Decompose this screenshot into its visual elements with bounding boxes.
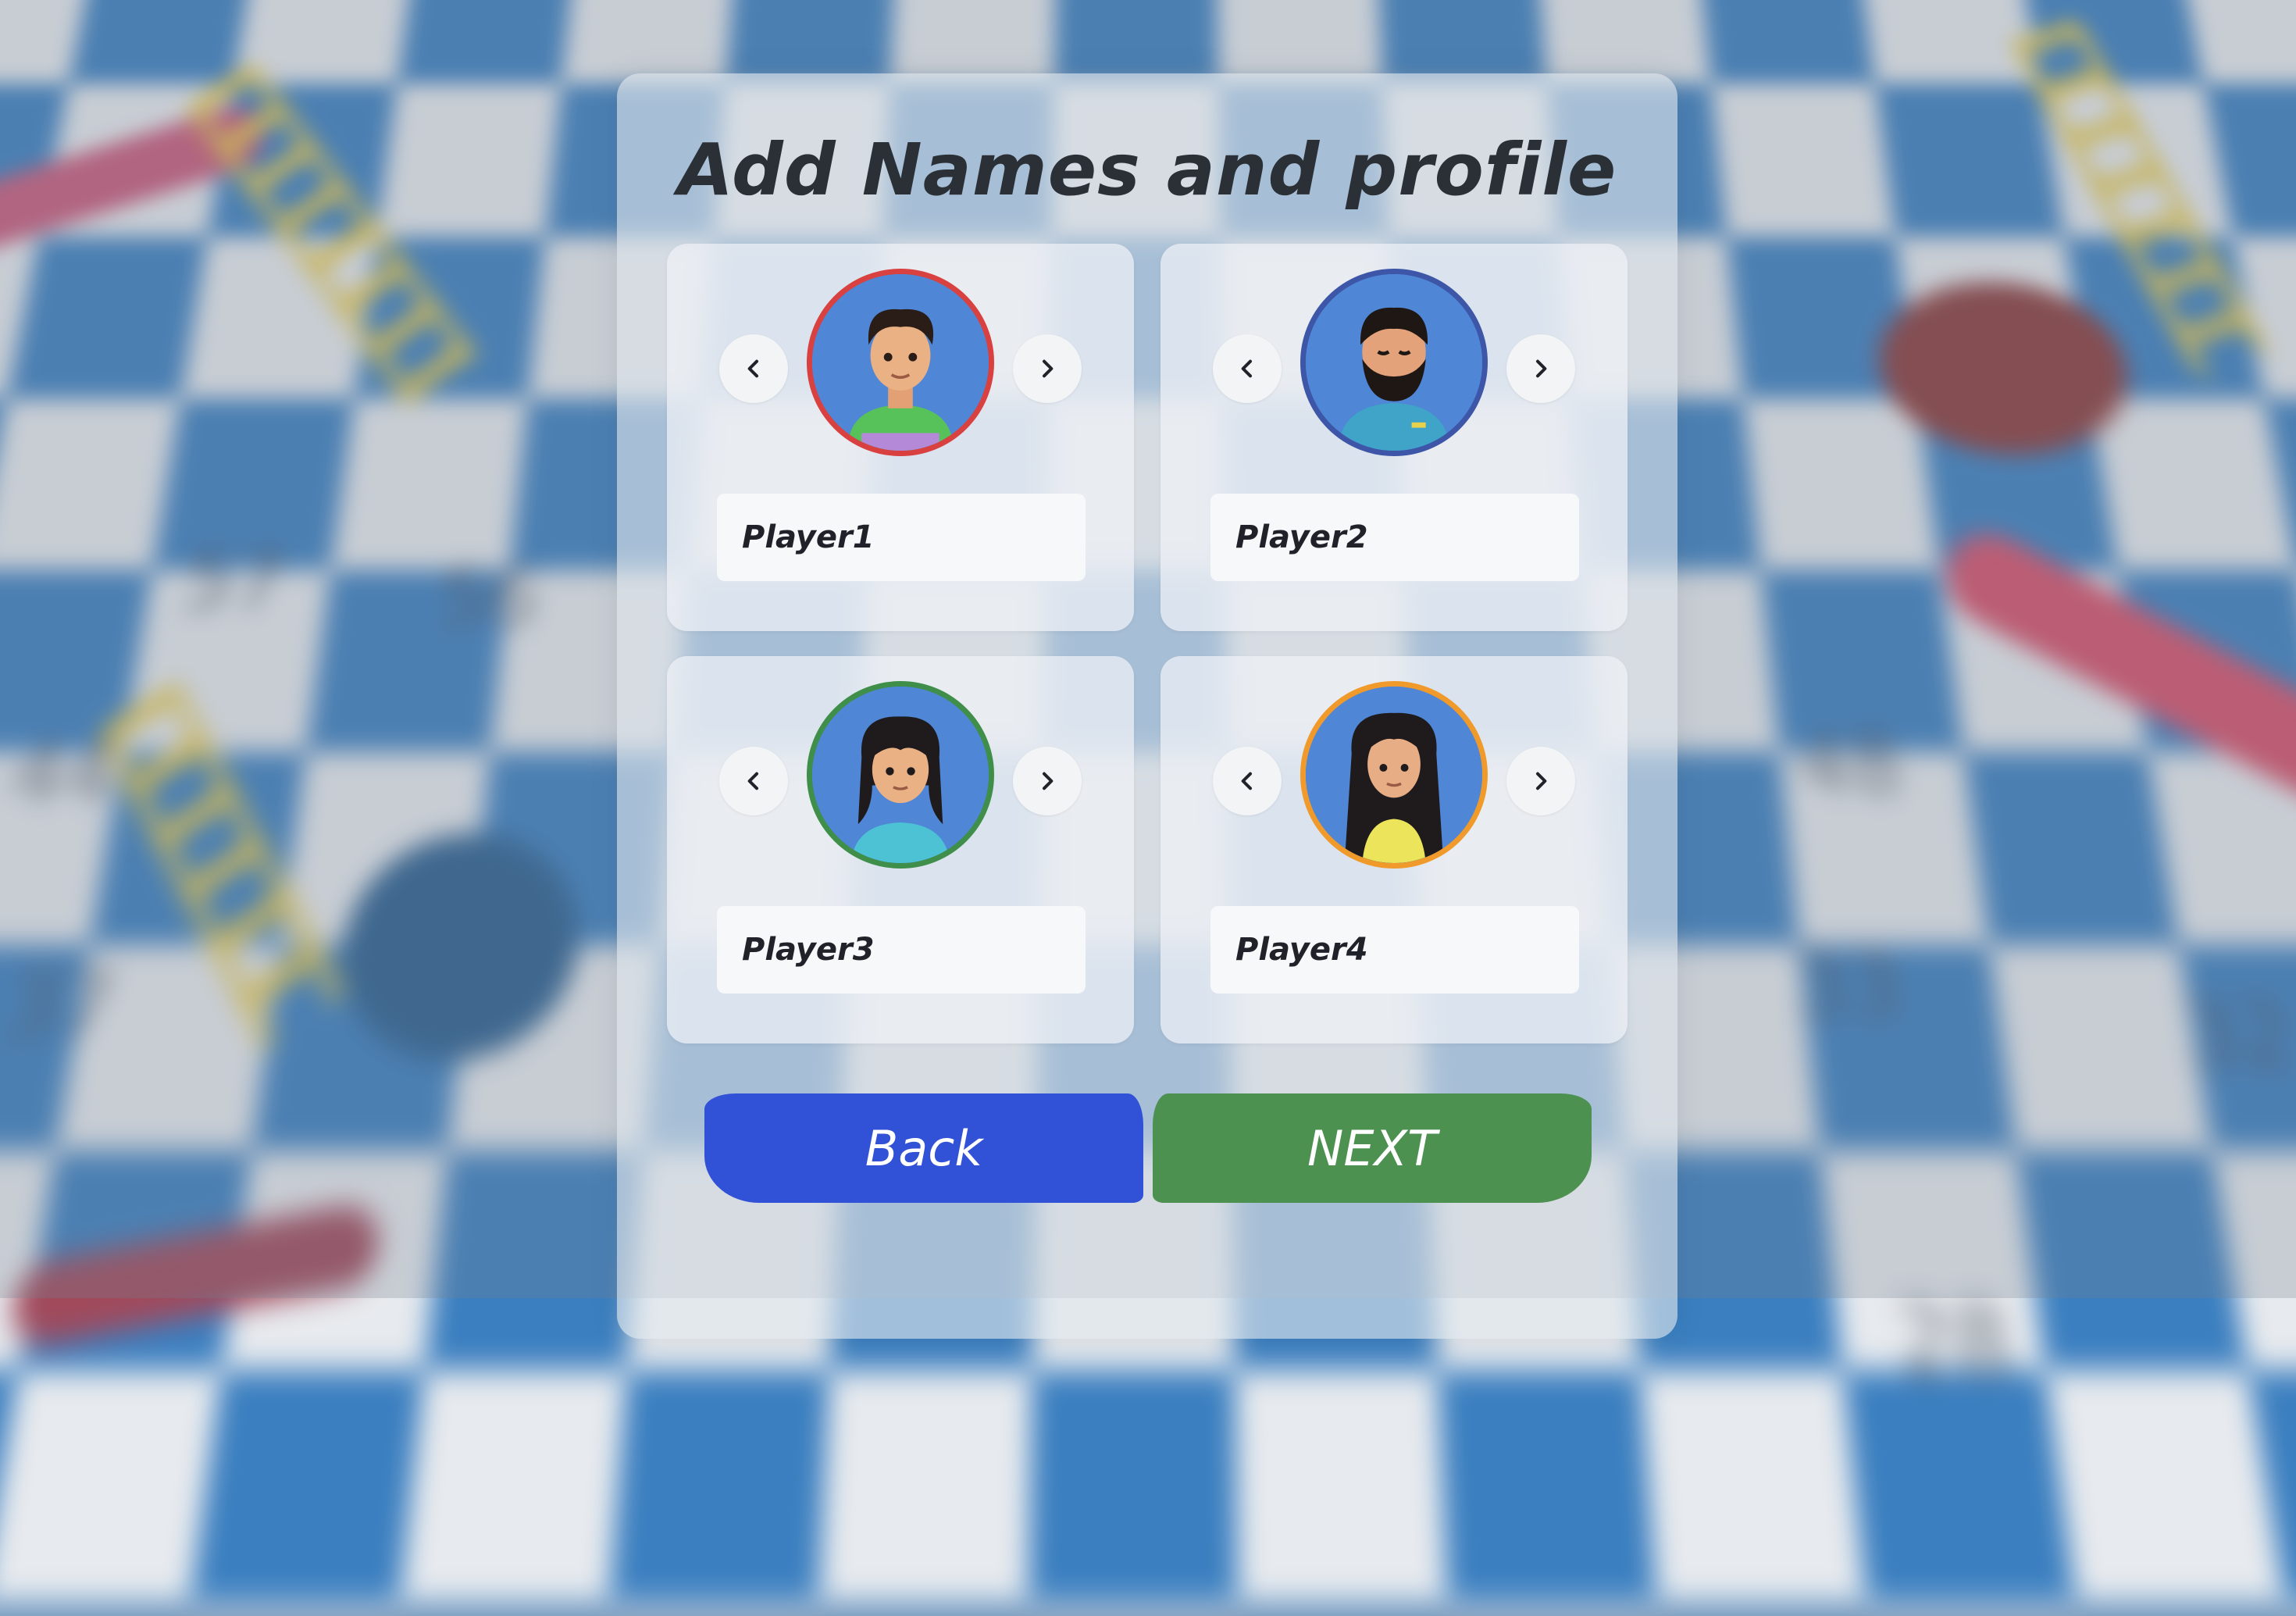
next-avatar-button[interactable] [1506,747,1575,815]
player-name-input[interactable] [1234,519,1556,556]
board-number: 28 [1891,1284,2018,1400]
chevron-right-icon [1043,359,1054,378]
player-name-field[interactable] [717,906,1086,994]
next-avatar-button[interactable] [1506,334,1575,403]
chevron-right-icon [1043,772,1054,790]
player-name-field[interactable] [1210,494,1579,581]
next-avatar-button[interactable] [1013,747,1082,815]
chevron-left-icon [1241,772,1252,790]
player-name-field[interactable] [1210,906,1579,994]
chevron-left-icon [747,359,758,378]
page-title: Add Names and profile [677,128,1617,212]
bearded-man-avatar-icon [1306,274,1482,451]
player-avatar [807,269,994,456]
next-avatar-button[interactable] [1013,334,1082,403]
back-button-label: Back [865,1119,983,1177]
next-button[interactable]: NEXT [1153,1093,1592,1203]
player-setup-panel: Add Names and profile Player1 Player2 Pl… [617,73,1677,1339]
next-button-label: NEXT [1307,1119,1437,1177]
girl-avatar-icon [812,687,989,863]
boy-avatar-icon [812,274,989,451]
player-name-input[interactable] [1234,931,1556,969]
player-name-input[interactable] [740,931,1062,969]
chevron-right-icon [1536,359,1547,378]
player-avatar [1300,269,1488,456]
player-card-4 [1160,656,1628,1043]
prev-avatar-button[interactable] [1213,334,1282,403]
back-button[interactable]: Back [704,1093,1143,1203]
player-card-3 [667,656,1134,1043]
player-avatar [807,681,994,869]
prev-avatar-button[interactable] [1213,747,1282,815]
prev-avatar-button[interactable] [719,334,788,403]
long-hair-woman-avatar-icon [1306,687,1482,863]
player-card-2 [1160,244,1628,631]
chevron-left-icon [747,772,758,790]
player-name-field[interactable] [717,494,1086,581]
prev-avatar-button[interactable] [719,747,788,815]
player-avatar [1300,681,1488,869]
player-card-1 [667,244,1134,631]
chevron-right-icon [1536,772,1547,790]
chevron-left-icon [1241,359,1252,378]
player-name-input[interactable] [740,519,1062,556]
